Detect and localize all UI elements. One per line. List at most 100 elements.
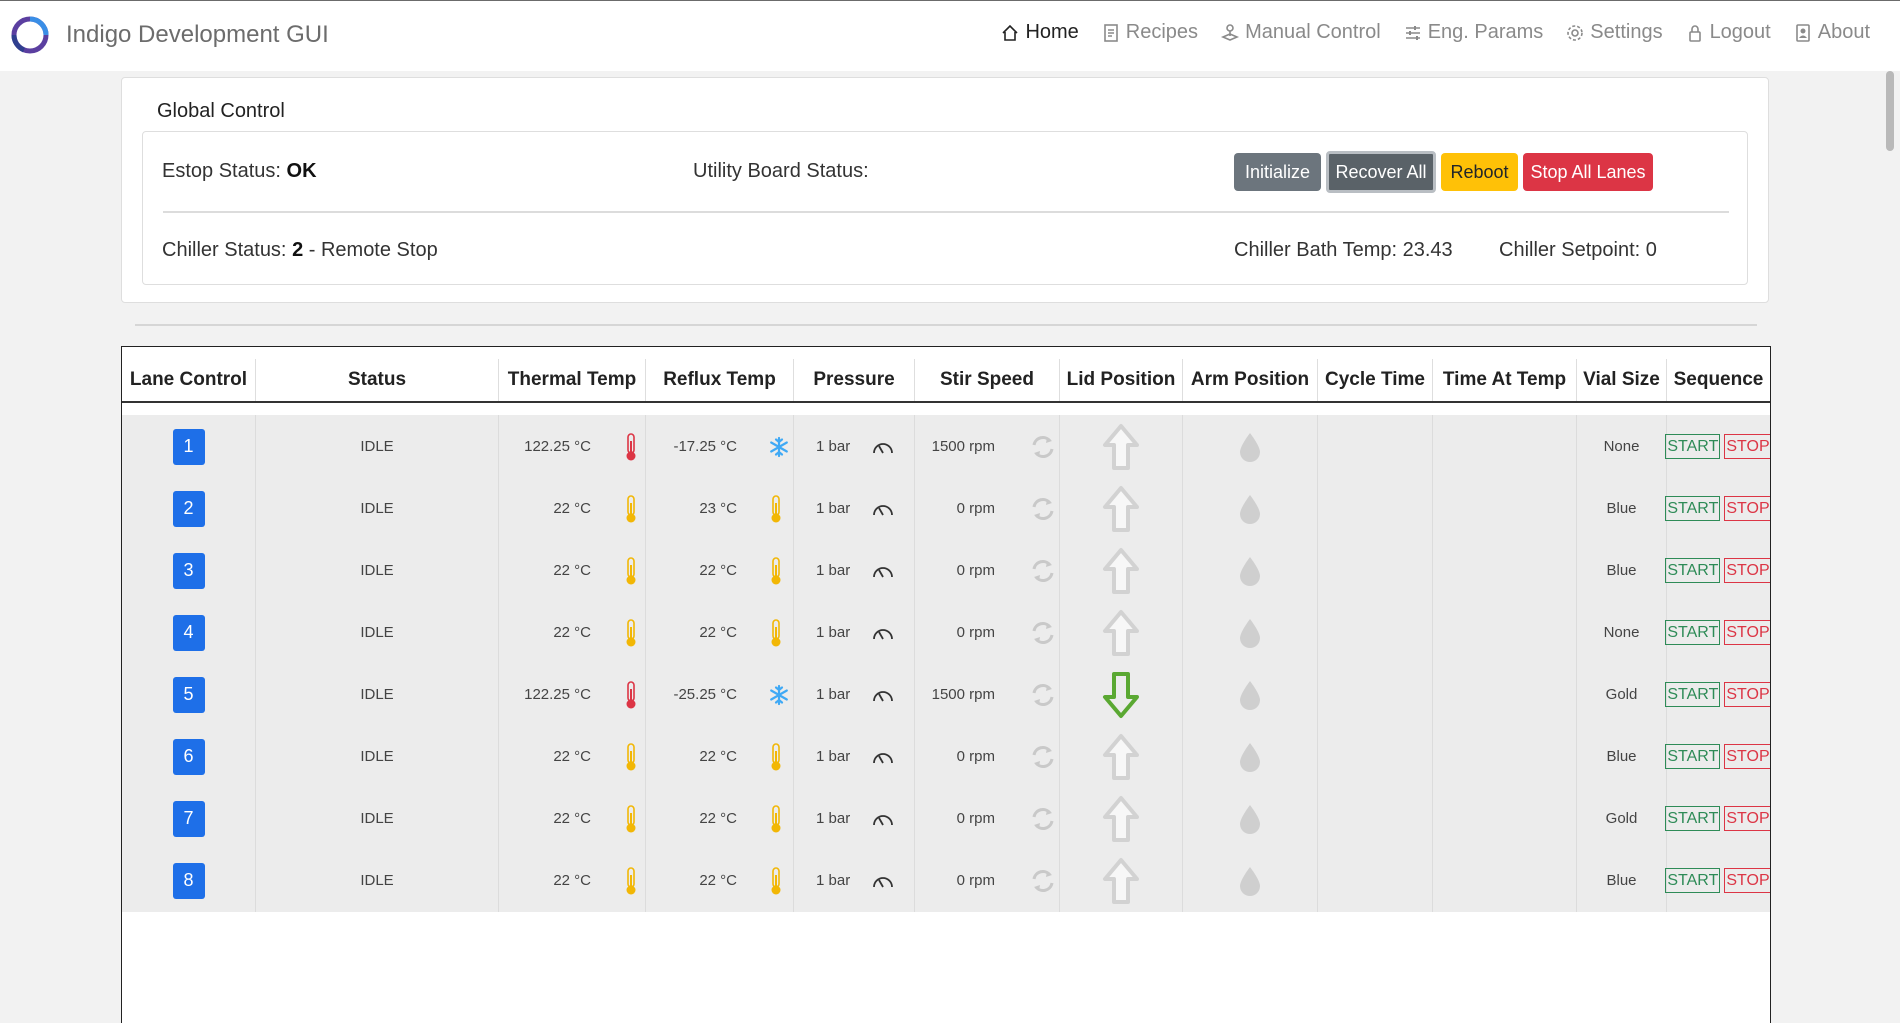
thermal-temp-value: 22 °C: [553, 624, 591, 641]
sync-icon: [1030, 558, 1056, 584]
start-sequence-button[interactable]: START: [1665, 744, 1721, 769]
arrow-up-icon: [1101, 609, 1141, 657]
thermal-temp-value: 122.25 °C: [524, 438, 591, 455]
droplet-icon: [1238, 555, 1262, 587]
stop-sequence-button[interactable]: STOP: [1724, 744, 1770, 769]
droplet-icon: [1238, 679, 1262, 711]
lane-button[interactable]: 6: [172, 738, 205, 775]
lane-button[interactable]: 3: [172, 552, 205, 589]
stop-sequence-button[interactable]: STOP: [1724, 496, 1770, 521]
pressure-cell: 1 bar: [793, 663, 914, 726]
stop-sequence-button[interactable]: STOP: [1724, 558, 1770, 583]
estop-status: Estop Status: OK: [162, 160, 317, 183]
thermal-temp-cell: 122.25 °C: [498, 415, 645, 478]
nav-eng-params[interactable]: Eng. Params: [1403, 21, 1543, 44]
pressure-cell: 1 bar: [793, 539, 914, 602]
arm-position-cell: [1182, 787, 1317, 850]
gauge-icon: [872, 874, 894, 888]
lane-button[interactable]: 5: [172, 676, 205, 713]
nav-home-label: Home: [1025, 21, 1079, 43]
vial-size-cell: Gold: [1576, 787, 1666, 850]
column-header-lane-control: Lane Control: [129, 369, 248, 390]
nav-about[interactable]: About: [1793, 21, 1870, 44]
arm-position-cell: [1182, 539, 1317, 602]
droplet-icon: [1238, 865, 1262, 897]
thermometer-icon: [768, 618, 784, 648]
stir-speed-cell: 0 rpm: [914, 725, 1059, 788]
chiller-text: - Remote Stop: [303, 239, 438, 261]
stir-speed-cell: 1500 rpm: [914, 663, 1059, 726]
reboot-button[interactable]: Reboot: [1441, 153, 1518, 191]
main-nav: Home Recipes Manual Control Eng. Params …: [978, 21, 1870, 44]
time-at-temp-cell: [1432, 787, 1576, 850]
vial-size-cell: Blue: [1576, 539, 1666, 602]
page-scrollbar[interactable]: [1880, 71, 1900, 1023]
vial-size-cell: Gold: [1576, 663, 1666, 726]
sync-icon: [1030, 868, 1056, 894]
start-sequence-button[interactable]: START: [1665, 806, 1721, 831]
home-icon: [1002, 24, 1019, 41]
scrollbar-thumb[interactable]: [1886, 71, 1894, 151]
stir-speed-value: 1500 rpm: [931, 438, 995, 455]
start-sequence-button[interactable]: START: [1665, 620, 1721, 645]
reflux-temp-value: -25.25 °C: [673, 686, 737, 703]
cycle-time-cell: [1317, 477, 1432, 540]
nav-home[interactable]: Home: [1000, 21, 1079, 44]
initialize-button[interactable]: Initialize: [1234, 153, 1321, 191]
cycle-time-cell: [1317, 787, 1432, 850]
cycle-time-cell: [1317, 601, 1432, 664]
gauge-icon: [872, 750, 894, 764]
nav-recipes[interactable]: Recipes: [1101, 21, 1198, 44]
stir-speed-cell: 0 rpm: [914, 849, 1059, 912]
lane-button[interactable]: 4: [172, 614, 205, 651]
lane-button[interactable]: 2: [172, 490, 205, 527]
status-cell: IDLE: [255, 477, 498, 540]
pressure-cell: 1 bar: [793, 787, 914, 850]
lid-position-cell: [1059, 787, 1182, 850]
lane-button[interactable]: 8: [172, 862, 205, 899]
gear-icon: [1567, 24, 1584, 41]
start-sequence-button[interactable]: START: [1665, 868, 1721, 893]
vial-size-cell: Blue: [1576, 477, 1666, 540]
lane-button[interactable]: 1: [172, 428, 205, 465]
stir-speed-value: 1500 rpm: [931, 686, 995, 703]
nav-settings[interactable]: Settings: [1565, 21, 1663, 44]
start-sequence-button[interactable]: START: [1665, 434, 1721, 459]
start-sequence-button[interactable]: START: [1665, 682, 1721, 707]
sequence-cell: START STOP: [1665, 415, 1770, 478]
thermal-temp-value: 22 °C: [553, 872, 591, 889]
recover-all-button[interactable]: Recover All: [1326, 151, 1436, 193]
stop-sequence-button[interactable]: STOP: [1724, 682, 1770, 707]
stir-speed-cell: 0 rpm: [914, 477, 1059, 540]
cycle-time-cell: [1317, 725, 1432, 788]
column-header-status: Status: [255, 359, 498, 401]
stir-speed-value: 0 rpm: [956, 810, 995, 827]
arrow-down-icon: [1101, 671, 1141, 719]
stop-sequence-button[interactable]: STOP: [1724, 868, 1770, 893]
gauge-icon: [872, 812, 894, 826]
stop-sequence-button[interactable]: STOP: [1724, 806, 1770, 831]
lane-control-cell: 8: [122, 849, 255, 912]
sync-icon: [1030, 620, 1056, 646]
sequence-cell: START STOP: [1665, 663, 1770, 726]
nav-manual-control[interactable]: Manual Control: [1220, 21, 1381, 44]
start-sequence-button[interactable]: START: [1665, 558, 1721, 583]
thermal-temp-cell: 22 °C: [498, 477, 645, 540]
stop-sequence-button[interactable]: STOP: [1724, 620, 1770, 645]
column-header-pressure: Pressure: [793, 359, 914, 401]
lane-button[interactable]: 7: [172, 800, 205, 837]
stop-all-lanes-button[interactable]: Stop All Lanes: [1523, 153, 1653, 191]
reflux-temp-value: 22 °C: [699, 748, 737, 765]
table-row: 6 IDLE 22 °C 22 °C 1 bar 0 rpm Blue START STOP: [122, 725, 1770, 788]
stop-sequence-button[interactable]: STOP: [1724, 434, 1770, 459]
start-sequence-button[interactable]: START: [1665, 496, 1721, 521]
brand[interactable]: Indigo Development GUI: [10, 15, 329, 55]
sequence-cell: START STOP: [1665, 725, 1770, 788]
sequence-cell: START STOP: [1665, 477, 1770, 540]
pressure-value: 1 bar: [816, 624, 851, 641]
sequence-cell: START STOP: [1665, 787, 1770, 850]
navbar: Indigo Development GUI Home Recipes Manu…: [0, 0, 1900, 71]
column-header-arm-position: Arm Position: [1182, 359, 1317, 401]
global-control-card: Global Control Estop Status: OK Utility …: [121, 77, 1769, 303]
nav-logout[interactable]: Logout: [1685, 21, 1771, 44]
